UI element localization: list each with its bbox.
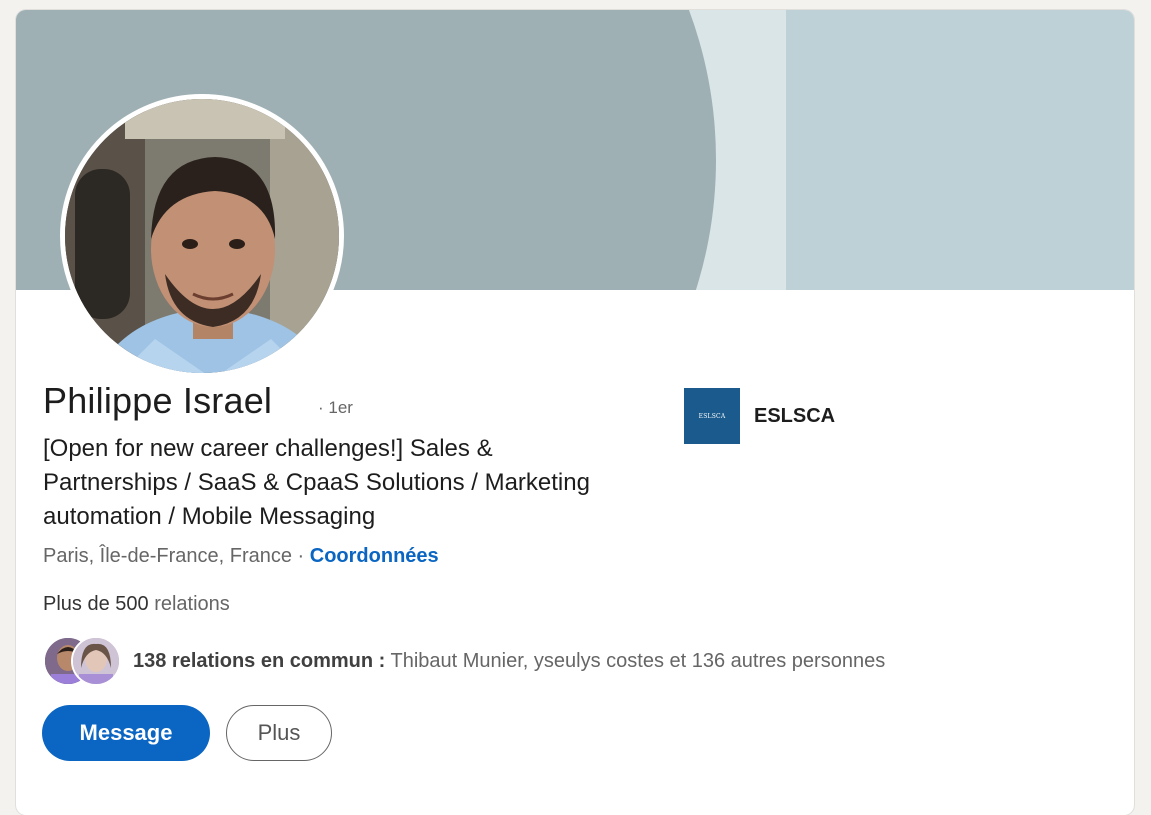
mutual-connections-text: 138 relations en commun : Thibaut Munier…: [133, 650, 885, 673]
more-button[interactable]: Plus: [226, 705, 332, 761]
mutual-avatars: [43, 636, 121, 686]
profile-photo-image: [65, 99, 339, 373]
connection-degree: · 1er: [318, 398, 353, 417]
profile-headline: [Open for new career challenges!] Sales …: [43, 435, 590, 530]
connections-label: relations: [148, 593, 230, 615]
school-logo: ESLSCA: [684, 388, 740, 444]
avatar: [71, 636, 121, 686]
profile-photo[interactable]: [60, 94, 344, 378]
mutual-connections[interactable]: 138 relations en commun : Thibaut Munier…: [43, 636, 885, 686]
contact-info-link[interactable]: Coordonnées: [310, 545, 439, 567]
message-button[interactable]: Message: [42, 705, 210, 761]
connections-summary[interactable]: Plus de 500 relations: [43, 593, 230, 616]
profile-location: Paris, Île-de-France, France: [43, 545, 292, 567]
connections-count: Plus de 500: [43, 593, 149, 615]
mutual-names: Thibaut Munier, yseulys costes et 136 au…: [385, 649, 886, 672]
profile-location-row: Paris, Île-de-France, France · Coordonné…: [43, 545, 439, 568]
mutual-count: 138 relations en commun :: [133, 649, 386, 672]
school-name[interactable]: ESLSCA: [754, 405, 835, 428]
profile-name: Philippe Israel: [43, 380, 273, 421]
education-item[interactable]: ESLSCA ESLSCA: [684, 388, 835, 444]
school-logo-text: ESLSCA: [698, 412, 726, 420]
avatar-image: [73, 638, 119, 684]
location-separator: ·: [291, 545, 310, 567]
